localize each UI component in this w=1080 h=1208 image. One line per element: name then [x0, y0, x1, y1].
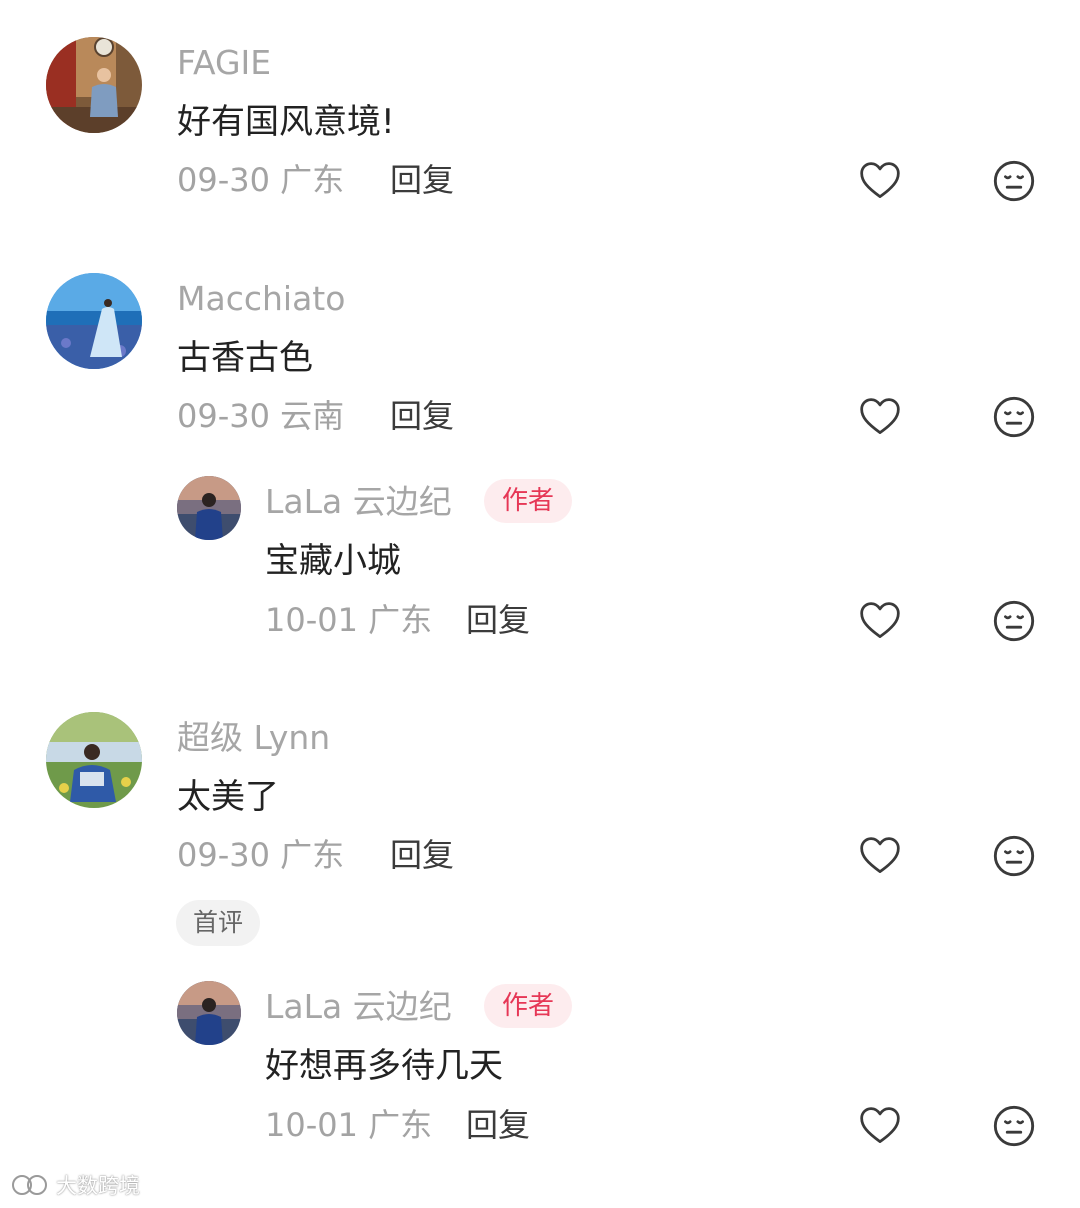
reply-button[interactable]: 回复	[466, 1105, 530, 1145]
reply-button[interactable]: 回复	[390, 396, 454, 436]
author-badge: 作者	[484, 984, 573, 1028]
username[interactable]: LaLa 云边纪	[265, 987, 452, 1027]
reply-button[interactable]: 回复	[390, 835, 454, 875]
comment-meta: 10-01 广东	[265, 1105, 432, 1145]
watermark: 大数跨境	[10, 1170, 140, 1200]
neutral-face-icon	[991, 158, 1037, 204]
like-button[interactable]	[856, 393, 904, 441]
comment-text: 好有国风意境!	[177, 102, 395, 142]
dislike-button[interactable]	[990, 393, 1038, 441]
comment-location: 广东	[368, 601, 433, 639]
username[interactable]: Macchiato	[177, 279, 345, 319]
dislike-button[interactable]	[990, 832, 1038, 880]
watermark-text: 大数跨境	[56, 1174, 140, 1198]
username[interactable]: FAGIE	[177, 43, 271, 83]
heart-outline-icon	[858, 395, 902, 439]
comment-meta: 09-30 广东	[177, 835, 344, 875]
comment-date: 10-01	[265, 1106, 358, 1144]
neutral-face-icon	[991, 1103, 1037, 1149]
avatar[interactable]	[46, 273, 142, 369]
comment-date: 09-30	[177, 161, 270, 199]
neutral-face-icon	[991, 833, 1037, 879]
first-comment-badge: 首评	[176, 900, 261, 946]
comment-location: 广东	[368, 1106, 433, 1144]
comment-meta: 09-30 广东	[177, 160, 344, 200]
avatar[interactable]	[177, 476, 241, 540]
heart-outline-icon	[858, 1104, 902, 1148]
comment-date: 10-01	[265, 601, 358, 639]
reply-button[interactable]: 回复	[466, 600, 530, 640]
comment-location: 广东	[280, 161, 345, 199]
comment-date: 09-30	[177, 836, 270, 874]
reply-button[interactable]: 回复	[390, 160, 454, 200]
username[interactable]: LaLa 云边纪	[265, 482, 452, 522]
comment-text: 宝藏小城	[265, 541, 401, 581]
neutral-face-icon	[991, 394, 1037, 440]
avatar[interactable]	[46, 712, 142, 808]
avatar[interactable]	[177, 981, 241, 1045]
username[interactable]: 超级 Lynn	[177, 718, 330, 758]
dislike-button[interactable]	[990, 157, 1038, 205]
watermark-logo-icon	[12, 1175, 47, 1195]
comment-text: 好想再多待几天	[265, 1046, 503, 1086]
comment-date: 09-30	[177, 397, 270, 435]
author-badge: 作者	[484, 479, 573, 523]
like-button[interactable]	[856, 832, 904, 880]
heart-outline-icon	[858, 599, 902, 643]
like-button[interactable]	[856, 1102, 904, 1150]
avatar[interactable]	[46, 37, 142, 133]
neutral-face-icon	[991, 598, 1037, 644]
comment-meta: 10-01 广东	[265, 600, 432, 640]
comment-meta: 09-30 云南	[177, 396, 344, 436]
comment-text: 太美了	[177, 777, 279, 817]
like-button[interactable]	[856, 597, 904, 645]
heart-outline-icon	[858, 834, 902, 878]
comment-text: 古香古色	[177, 338, 313, 378]
dislike-button[interactable]	[990, 1102, 1038, 1150]
heart-outline-icon	[858, 159, 902, 203]
comment-location: 云南	[280, 397, 345, 435]
comment-location: 广东	[280, 836, 345, 874]
like-button[interactable]	[856, 157, 904, 205]
dislike-button[interactable]	[990, 597, 1038, 645]
